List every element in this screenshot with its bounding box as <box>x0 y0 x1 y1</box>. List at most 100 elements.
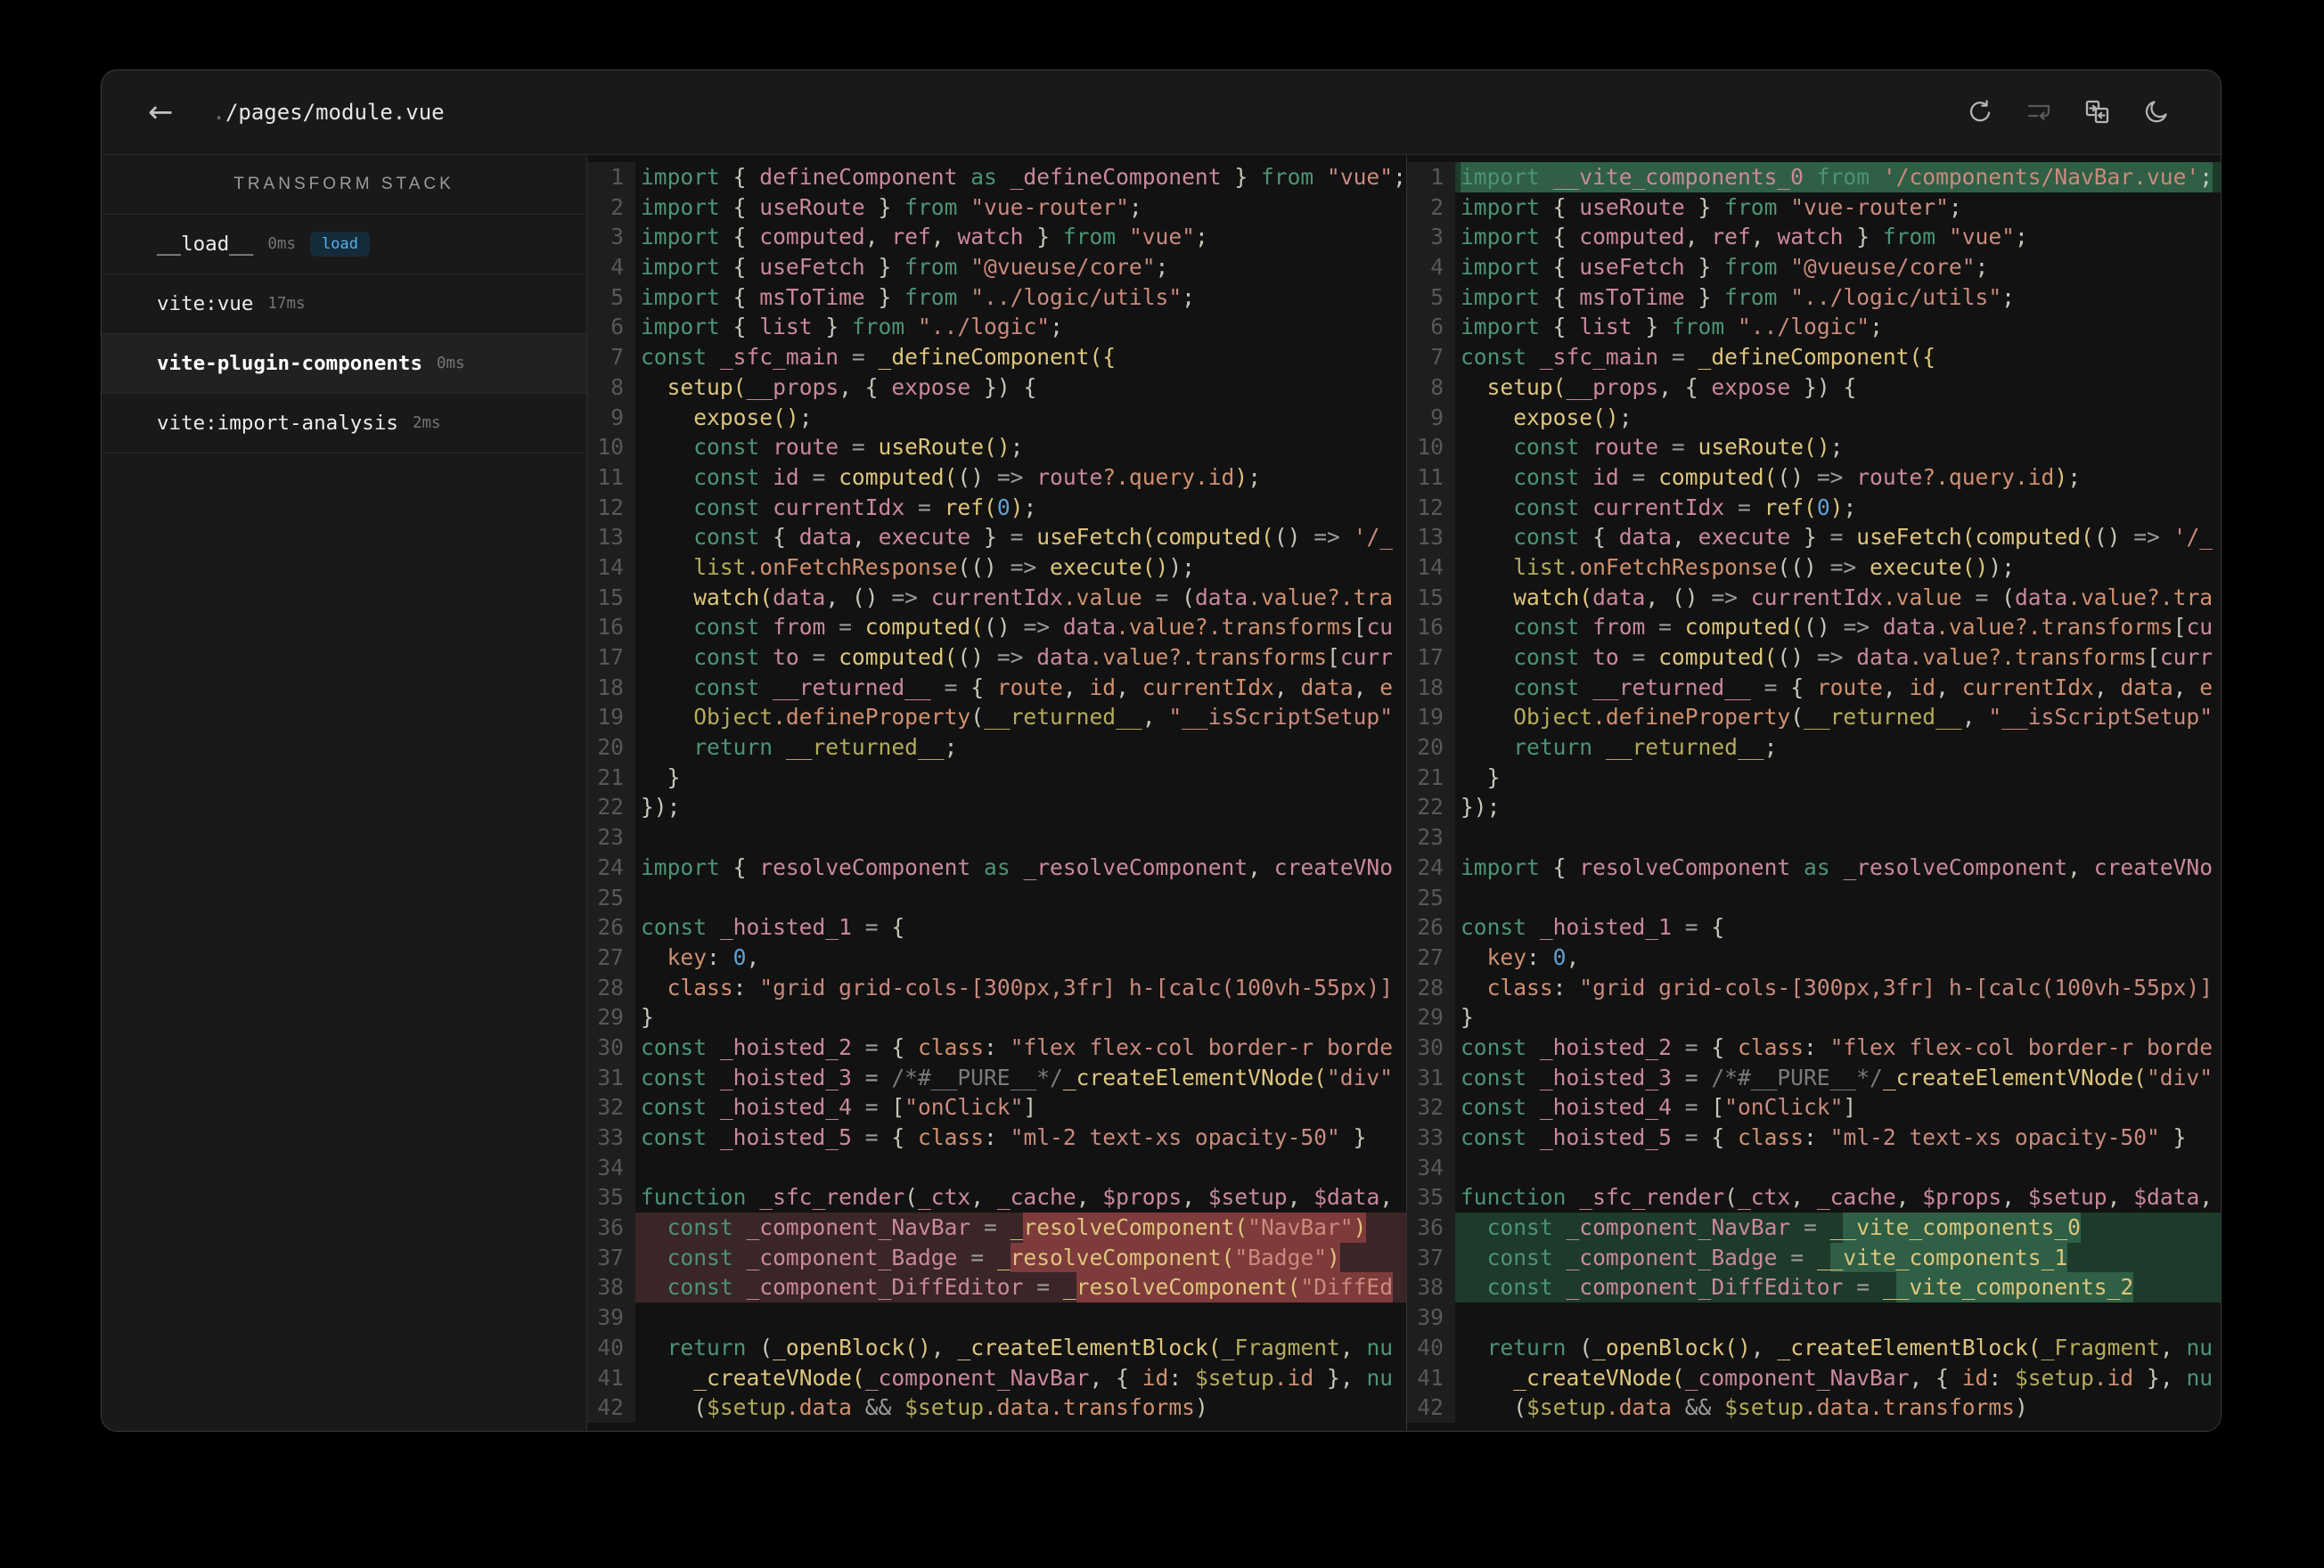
code-text: import { useFetch } from "@vueuse/core"; <box>641 254 1169 281</box>
code-line-after-28: 28 class: "grid grid-cols-[300px,3fr] h-… <box>1407 972 2221 1003</box>
line-number: 22 <box>587 792 635 823</box>
line-number: 29 <box>1407 1002 1455 1033</box>
code-line-before-31: 31 const _hoisted_3 = /*#__PURE__*/_creat… <box>587 1062 1406 1093</box>
code-line-after-16: 16 const from = computed(() => data.valu… <box>1407 612 2221 642</box>
line-number: 7 <box>1407 342 1455 372</box>
code-line-before-29: 29} <box>587 1002 1406 1033</box>
code-text: ($setup.data && $setup.data.transforms) <box>641 1394 1208 1421</box>
line-number: 30 <box>1407 1032 1455 1063</box>
code-line-before-15: 15 watch(data, () => currentIdx.value = … <box>587 582 1406 613</box>
inline-diff-button[interactable] <box>2016 89 2062 135</box>
stack-item-vite-import-analysis[interactable]: vite:import-analysis 2ms <box>102 394 586 453</box>
stack-item--load-[interactable]: __load__ 0ms load <box>102 215 586 274</box>
code-line-after-39: 39 <box>1407 1303 2221 1333</box>
diff-pane-after[interactable]: 1 import __vite_components_0 from '/compo… <box>1406 155 2221 1431</box>
code-text: const _component_Badge = __vite_componen… <box>1455 1242 2221 1273</box>
code-text: return (_openBlock(), _createElementBloc… <box>1486 1334 2214 1360</box>
code-line-before-28: 28 class: "grid grid-cols-[300px,3fr] h-… <box>587 972 1406 1003</box>
code-line-before-41: 41 _createVNode(_component_NavBar, { id:… <box>587 1362 1406 1393</box>
code-line-before-27: 27 key: 0, <box>587 942 1406 973</box>
code-text: setup(__props, { expose }) { <box>667 373 1037 400</box>
code-line-after-1: 1 import __vite_components_0 from '/compo… <box>1407 162 2221 192</box>
code-text: list.onFetchResponse(() => execute()); <box>1513 553 2015 580</box>
code-text: const _hoisted_5 = { class: "ml-2 text-x… <box>1461 1124 2187 1150</box>
code-line-before-24: 24 import { resolveComponent as _resolveC… <box>587 852 1406 883</box>
code-text: _createVNode(_component_NavBar, { id: $s… <box>693 1364 1394 1391</box>
line-number: 16 <box>587 612 635 642</box>
line-number: 38 <box>1407 1272 1455 1303</box>
code-text: return (_openBlock(), _createElementBloc… <box>667 1334 1394 1360</box>
code-line-after-13: 13 const { data, execute } = useFetch(co… <box>1407 522 2221 552</box>
header: ← ./pages/module.vue <box>102 70 2221 155</box>
code-line-after-14: 14 list.onFetchResponse(() => execute())… <box>1407 551 2221 583</box>
stack-item-vite-plugin-components[interactable]: vite-plugin-components 0ms <box>102 334 586 394</box>
line-number: 27 <box>1407 942 1455 973</box>
code-line-before-22: 22}); <box>587 792 1406 823</box>
diff-pane-before[interactable]: 1 import { defineComponent as _defineComp… <box>587 155 1406 1431</box>
code-line-after-32: 32 const _hoisted_4 = ["onClick"] <box>1407 1092 2221 1123</box>
code-text: const _hoisted_1 = { <box>641 914 905 941</box>
code-text: class: "grid grid-cols-[300px,3fr] h-[ca… <box>1486 974 2214 1000</box>
code-text: const _component_NavBar = _resolveCompon… <box>635 1213 1406 1243</box>
line-number: 28 <box>1407 972 1455 1003</box>
code-line-before-8: 8 setup(__props, { expose }) { <box>587 372 1406 403</box>
code-line-before-19: 19 Object.defineProperty(__returned__, "… <box>587 702 1406 733</box>
line-number: 3 <box>587 222 635 253</box>
code-text: const from = computed(() => data.value?.… <box>1513 614 2214 641</box>
code-line-after-30: 30 const _hoisted_2 = { class: "flex flex… <box>1407 1032 2221 1063</box>
code-text: key: 0, <box>1486 943 1580 970</box>
code-text: } <box>641 764 681 790</box>
line-number: 38 <box>587 1272 635 1303</box>
refresh-button[interactable] <box>1957 89 2003 135</box>
code-line-before-36: 36 const _component_NavBar = _resolveCom… <box>587 1213 1406 1243</box>
code-text: const id = computed(() => route?.query.i… <box>1513 463 2081 490</box>
line-number: 36 <box>1407 1213 1455 1243</box>
code-line-after-36: 36 const _component_NavBar = __vite_comp… <box>1407 1213 2221 1243</box>
code-line-after-38: 38 const _component_DiffEditor = __vite_… <box>1407 1272 2221 1303</box>
line-number: 10 <box>587 432 635 462</box>
code-text: const _component_DiffEditor = __vite_com… <box>1455 1272 2221 1303</box>
stack-item-vite-vue[interactable]: vite:vue 17ms <box>102 274 586 334</box>
code-line-after-29: 29} <box>1407 1002 2221 1033</box>
stack-item-time: 0ms <box>267 235 296 253</box>
code-line-before-14: 14 list.onFetchResponse(() => execute())… <box>587 551 1406 583</box>
code-text: function _sfc_render(_ctx, _cache, $prop… <box>641 1184 1394 1211</box>
line-number: 19 <box>587 702 635 733</box>
code-text: import { msToTime } from "../logic/utils… <box>1461 283 2015 310</box>
code-text: function _sfc_render(_ctx, _cache, $prop… <box>1461 1184 2214 1211</box>
line-number: 11 <box>587 461 635 493</box>
line-number: 37 <box>587 1242 635 1273</box>
code-line-after-3: 3 import { computed, ref, watch } from "v… <box>1407 222 2221 253</box>
line-number: 41 <box>1407 1362 1455 1393</box>
code-text: const id = computed(() => route?.query.i… <box>693 463 1261 490</box>
line-number: 39 <box>587 1303 635 1333</box>
code-line-after-35: 35 function _sfc_render(_ctx, _cache, $pr… <box>1407 1182 2221 1213</box>
line-number: 24 <box>1407 852 1455 883</box>
code-line-after-27: 27 key: 0, <box>1407 942 2221 973</box>
line-number: 8 <box>1407 372 1455 403</box>
inspect-window: ← ./pages/module.vue TRANSFORM STACK __l… <box>101 69 2222 1432</box>
line-number: 33 <box>587 1123 635 1153</box>
dark-mode-button[interactable] <box>2133 89 2180 135</box>
line-number: 17 <box>587 642 635 673</box>
code-line-before-20: 20 return __returned__; <box>587 732 1406 763</box>
line-number: 26 <box>587 912 635 943</box>
line-number: 12 <box>1407 492 1455 523</box>
line-number: 19 <box>1407 702 1455 733</box>
code-text: ($setup.data && $setup.data.transforms) <box>1461 1394 2028 1421</box>
code-line-before-37: 37 const _component_Badge = _resolveComp… <box>587 1242 1406 1273</box>
code-line-before-13: 13 const { data, execute } = useFetch(co… <box>587 522 1406 552</box>
code-text: const _sfc_main = _defineComponent({ <box>641 344 1117 371</box>
stack-item-label: vite:vue <box>157 292 254 315</box>
back-button[interactable]: ← <box>148 97 174 127</box>
line-number: 9 <box>1407 402 1455 433</box>
code-line-after-8: 8 setup(__props, { expose }) { <box>1407 372 2221 403</box>
code-text: key: 0, <box>667 943 760 970</box>
code-text: watch(data, () => currentIdx.value = (da… <box>1513 584 2214 610</box>
line-number: 13 <box>587 522 635 552</box>
code-line-after-34: 34 <box>1407 1152 2221 1183</box>
side-by-side-button[interactable] <box>2074 89 2121 135</box>
